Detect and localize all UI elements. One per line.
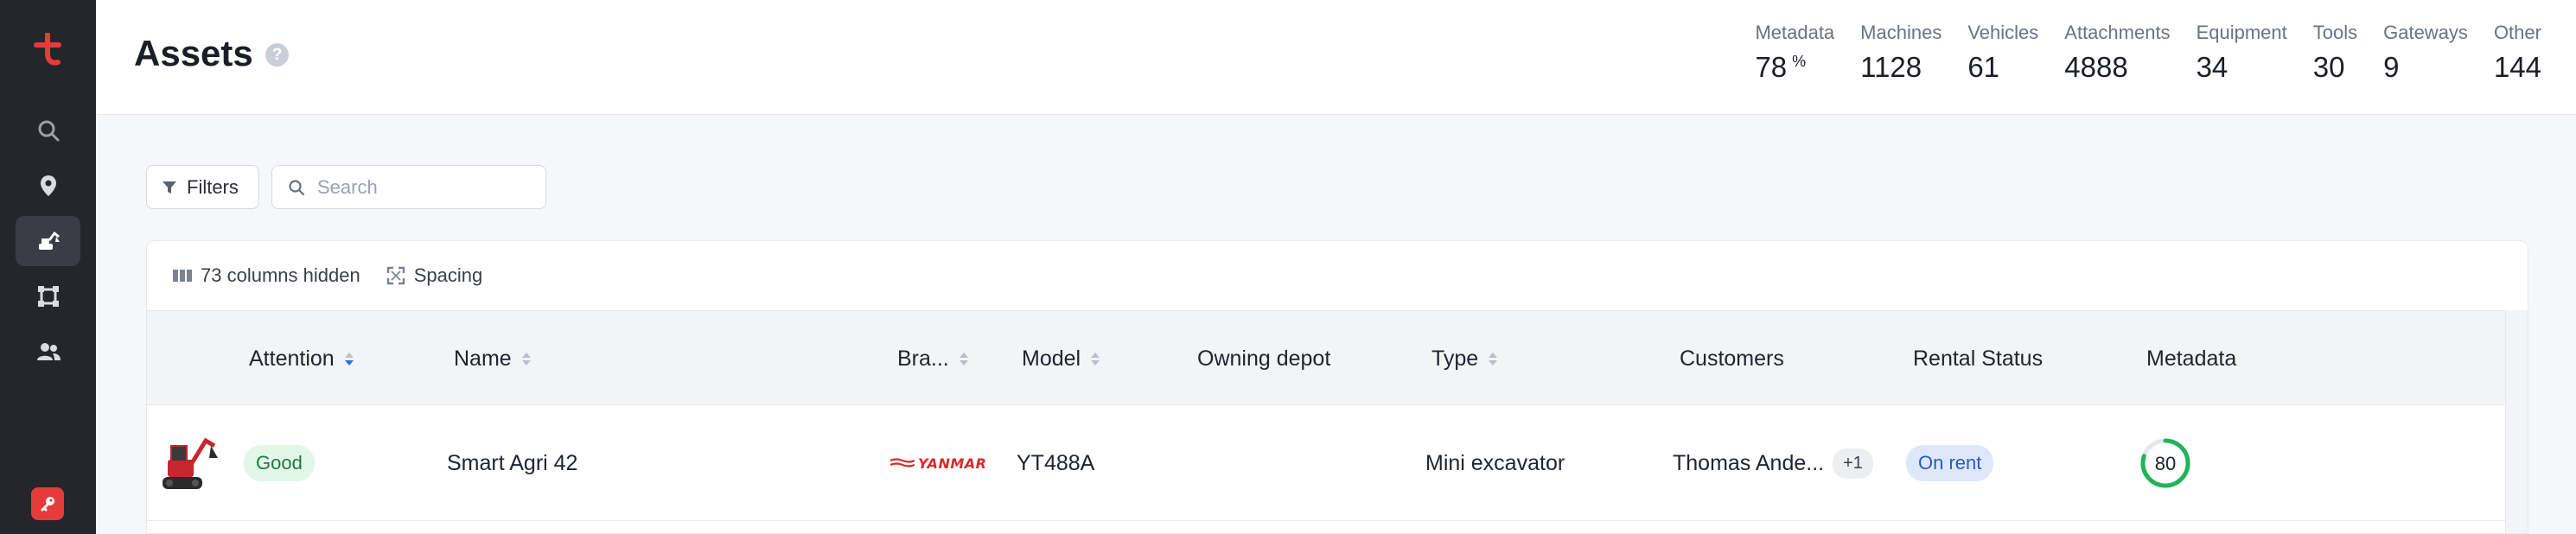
columns-hidden-button[interactable]: 73 columns hidden <box>173 264 360 287</box>
asset-customers[interactable]: Thomas Ande... +1 <box>1673 405 1873 521</box>
users-icon <box>36 343 61 360</box>
column-header-owning-depot[interactable]: Owning depot <box>1197 311 1330 406</box>
key-icon <box>41 497 54 512</box>
more-customers-badge[interactable]: +1 <box>1833 448 1873 479</box>
sort-icon <box>959 352 968 366</box>
search-icon <box>38 120 59 142</box>
sort-icon <box>521 352 531 366</box>
column-header-brand[interactable]: Bra... <box>897 311 968 406</box>
asset-thumbnail <box>157 405 220 521</box>
asset-stats: Metadata 78% Machines 1128 Vehicles 61 A… <box>1755 22 2541 84</box>
page-title: Assets <box>134 33 253 73</box>
page-header: Assets ? Metadata 78% Machines 1128 Vehi… <box>96 0 2576 115</box>
expand-icon <box>386 266 405 285</box>
stat-gateways[interactable]: Gateways 9 <box>2383 22 2468 84</box>
spacing-button[interactable]: Spacing <box>386 264 482 287</box>
filters-button[interactable]: Filters <box>146 165 259 209</box>
stat-metadata[interactable]: Metadata 78% <box>1755 22 1834 84</box>
asset-name[interactable]: Smart Agri 42 <box>447 405 577 521</box>
table-toolbar: 73 columns hidden Spacing <box>147 241 2528 310</box>
search-icon <box>289 179 305 195</box>
stat-tools[interactable]: Tools 30 <box>2313 22 2357 84</box>
search-field[interactable] <box>271 165 546 209</box>
filter-icon <box>163 181 176 194</box>
mini-excavator-image <box>163 437 218 489</box>
table-row[interactable]: Good Smart Agri 42 YANMAR YT488A Mini ex… <box>147 405 2505 521</box>
column-header-customers[interactable]: Customers <box>1680 311 1784 406</box>
column-header-metadata[interactable]: Metadata <box>2146 311 2236 406</box>
asset-type: Mini excavator <box>1425 450 1565 475</box>
app-logo-icon[interactable] <box>29 32 66 71</box>
columns-icon <box>173 270 192 282</box>
sidebar-item-search[interactable] <box>0 105 96 156</box>
table-header: Attention Name Bra... Model Owning depot… <box>147 310 2505 405</box>
stat-attachments[interactable]: Attachments 4888 <box>2064 22 2170 84</box>
sidebar <box>0 0 96 534</box>
column-header-type[interactable]: Type <box>1431 311 1498 406</box>
yanmar-wave-icon <box>890 458 915 467</box>
excavator-icon <box>38 231 60 250</box>
metadata-ring: 80 <box>2140 438 2190 488</box>
column-header-model[interactable]: Model <box>1022 311 1100 406</box>
sort-icon <box>344 352 354 366</box>
asset-model: YT488A <box>1017 450 1095 475</box>
column-header-rental-status[interactable]: Rental Status <box>1913 311 2043 406</box>
search-input[interactable] <box>317 175 525 199</box>
help-icon[interactable]: ? <box>265 43 289 67</box>
sort-icon <box>1489 352 1498 366</box>
sort-icon <box>1091 352 1100 366</box>
column-header-name[interactable]: Name <box>454 311 531 406</box>
area-icon <box>37 286 59 307</box>
attention-badge: Good <box>244 445 315 481</box>
rental-status-badge: On rent <box>1906 445 1994 481</box>
stat-vehicles[interactable]: Vehicles 61 <box>1967 22 2038 84</box>
location-pin-icon <box>40 175 56 196</box>
assets-table: 73 columns hidden Spacing Attention Name… <box>146 240 2528 534</box>
column-header-attention[interactable]: Attention <box>249 311 354 406</box>
stat-machines[interactable]: Machines 1128 <box>1860 22 1942 84</box>
svg-text:80: 80 <box>2155 453 2176 474</box>
stat-other[interactable]: Other 144 <box>2494 22 2541 84</box>
sidebar-item-users[interactable] <box>0 327 96 377</box>
sidebar-item-map[interactable] <box>0 161 96 211</box>
brand-logo: YANMAR <box>890 455 986 472</box>
stat-equipment[interactable]: Equipment 34 <box>2197 22 2287 84</box>
key-button[interactable] <box>31 487 64 520</box>
sidebar-item-geofences[interactable] <box>0 271 96 321</box>
sidebar-item-assets[interactable] <box>16 216 80 266</box>
metadata-score: 80 <box>2139 405 2191 521</box>
scrollbar[interactable] <box>2505 310 2528 533</box>
